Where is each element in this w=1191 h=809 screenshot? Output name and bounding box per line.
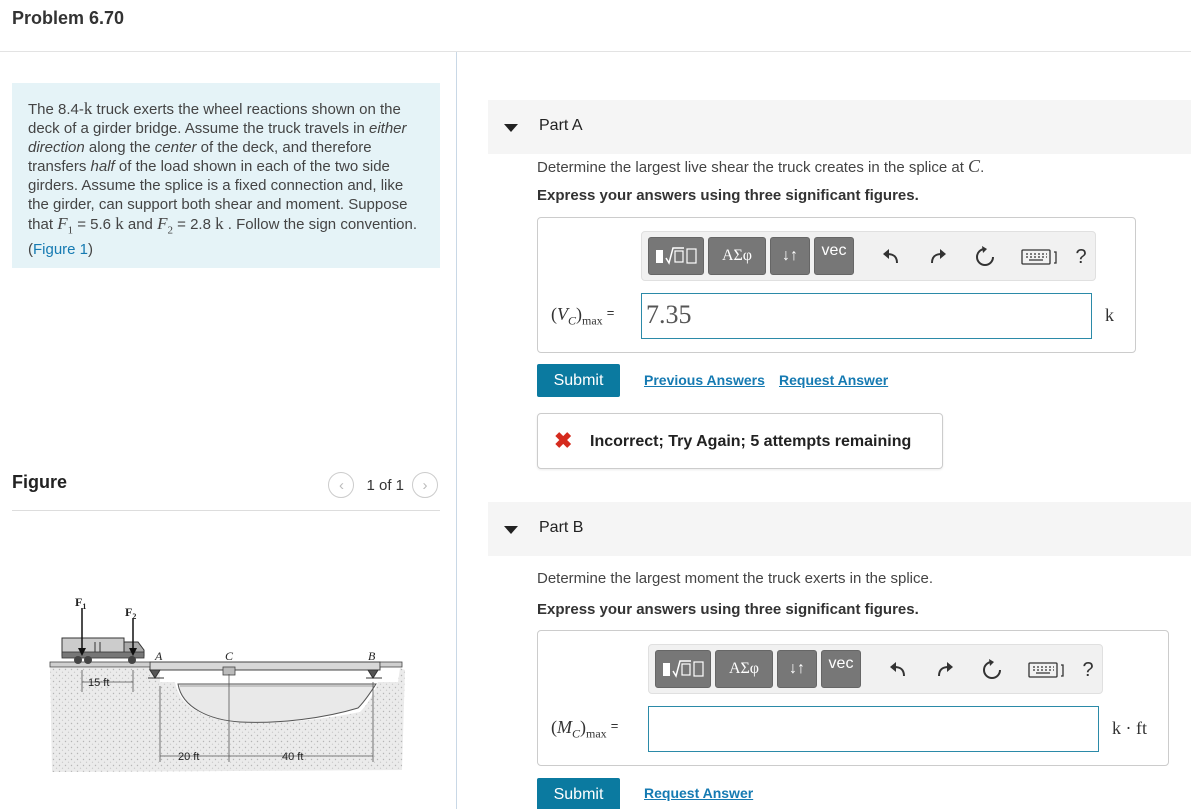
feedback-text: Incorrect; Try Again; 5 attempts remaini… (590, 433, 912, 450)
dim-20ft: 20 ft (178, 751, 199, 763)
vec-button[interactable]: vec (821, 650, 861, 688)
problem-statement: The 8.4-k truck exerts the wheel reactio… (12, 83, 440, 268)
chevron-left-icon[interactable]: ‹ (328, 472, 355, 498)
part-b-title: Part B (539, 519, 584, 536)
figure-header: Figure ‹ 1 of 1 › (12, 470, 440, 511)
bridge-figure: F1 F2 A C B 15 ft 20 ft 40 ft (49, 595, 405, 772)
part-a-label: (VC)max= (551, 304, 615, 328)
label-sub: C (568, 313, 577, 328)
collapse-triangle-icon[interactable] (504, 124, 518, 132)
collapse-triangle-icon[interactable] (504, 526, 518, 534)
part-b-unit: k · ft (1112, 718, 1147, 738)
label-f2-sub: 2 (132, 612, 136, 621)
part-b-instruction: Express your answers using three signifi… (537, 601, 919, 618)
splice (222, 666, 236, 676)
arrows-button[interactable]: ↓↑ (777, 650, 817, 688)
part-b-answer-input[interactable] (648, 706, 1099, 752)
help-button[interactable]: ? (1075, 657, 1101, 683)
greek-button[interactable]: ΑΣφ (708, 237, 766, 275)
chevron-right-icon[interactable]: › (412, 472, 438, 498)
problem-text: = 2.8 (172, 216, 216, 233)
problem-text: along the (84, 139, 155, 156)
var-f1-letter: F (57, 214, 68, 233)
previous-answers-link[interactable]: Previous Answers (644, 372, 765, 388)
label-var: V (557, 304, 568, 324)
label-f1-sub: 1 (82, 602, 86, 611)
part-b-request-answer-link[interactable]: Request Answer (644, 785, 753, 801)
dim-40ft: 40 ft (282, 751, 303, 763)
templates-icon[interactable] (648, 237, 704, 275)
label-c: C (225, 649, 234, 663)
label-max: max (582, 313, 603, 328)
problem-text: = 5.6 (73, 216, 116, 233)
label-f2: F (125, 605, 132, 619)
part-a-instruction: Express your answers using three signifi… (537, 187, 919, 204)
arrows-button[interactable]: ↓↑ (770, 237, 810, 275)
x-icon: ✖ (554, 428, 573, 453)
math-toolbar: ΑΣφ ↓↑ vec ? (641, 231, 1096, 281)
part-b-label: (MC)max= (551, 717, 619, 741)
label-var: M (557, 717, 572, 737)
equals-sign: = (606, 305, 615, 320)
figure-link[interactable]: Figure 1 (33, 241, 88, 258)
problem-text: The 8.4- (28, 101, 84, 118)
var-f1: F1 (57, 214, 73, 236)
part-a-title: Part A (539, 117, 583, 134)
label-f1: F (75, 595, 82, 609)
redo-icon[interactable] (932, 657, 958, 683)
equals-sign: = (610, 718, 619, 733)
part-b-answer-box: ΑΣφ ↓↑ vec ? (MC)max= k · ft (537, 630, 1169, 766)
page-title: Problem 6.70 (12, 8, 125, 28)
svg-text:F2: F2 (125, 605, 136, 621)
problem-emphasis: half (90, 158, 115, 175)
label-a: A (154, 649, 163, 663)
dim-15ft: 15 ft (88, 677, 109, 689)
keyboard-icon[interactable] (1020, 244, 1060, 270)
bridge-deck (149, 661, 381, 671)
part-b-header[interactable]: Part B (488, 502, 1191, 556)
help-button[interactable]: ? (1068, 244, 1094, 270)
part-a-request-answer-link[interactable]: Request Answer (779, 372, 888, 388)
problem-text: ) (88, 241, 94, 259)
question-text: . (980, 159, 985, 176)
page-header: Problem 6.70 (0, 0, 1191, 52)
reset-icon[interactable] (979, 657, 1005, 683)
keyboard-icon[interactable] (1027, 657, 1067, 683)
part-b-question: Determine the largest moment the truck e… (537, 570, 934, 587)
part-a-header[interactable]: Part A (488, 100, 1191, 154)
reset-icon[interactable] (972, 244, 998, 270)
undo-icon[interactable] (885, 657, 911, 683)
vec-button[interactable]: vec (814, 237, 854, 275)
problem-text: and (123, 216, 158, 233)
svg-text:F1: F1 (75, 595, 86, 611)
part-b-submit-button[interactable]: Submit (537, 778, 620, 809)
var-f2: F2 (157, 214, 173, 236)
unit-k: k (115, 214, 124, 233)
undo-icon[interactable] (878, 244, 904, 270)
part-a-unit: k (1105, 305, 1114, 325)
figure-pager: ‹ 1 of 1 › (328, 472, 438, 498)
part-a-answer-input[interactable]: 7.35 (641, 293, 1092, 339)
redo-icon[interactable] (925, 244, 951, 270)
part-a-submit-button[interactable]: Submit (537, 364, 620, 397)
problem-emphasis: center (154, 139, 197, 156)
math-toolbar: ΑΣφ ↓↑ vec ? (648, 644, 1103, 694)
templates-icon[interactable] (655, 650, 711, 688)
part-a-question: Determine the largest live shear the tru… (537, 156, 984, 177)
unit-k: k (215, 214, 224, 233)
part-a-answer-box: ΑΣφ ↓↑ vec ? (VC)max= 7.35 k (537, 217, 1136, 353)
column-divider (456, 52, 457, 809)
figure-title: Figure (12, 472, 68, 492)
label-sub: C (572, 726, 581, 741)
figure-page-indicator: 1 of 1 (366, 476, 404, 494)
label-b: B (368, 649, 376, 663)
question-text: Determine the largest live shear the tru… (537, 159, 969, 176)
support-b (366, 669, 382, 679)
greek-button[interactable]: ΑΣφ (715, 650, 773, 688)
feedback-message: ✖ Incorrect; Try Again; 5 attempts remai… (537, 413, 943, 469)
var-f2-letter: F (157, 214, 168, 233)
label-max: max (586, 726, 607, 741)
question-var: C (968, 156, 981, 176)
